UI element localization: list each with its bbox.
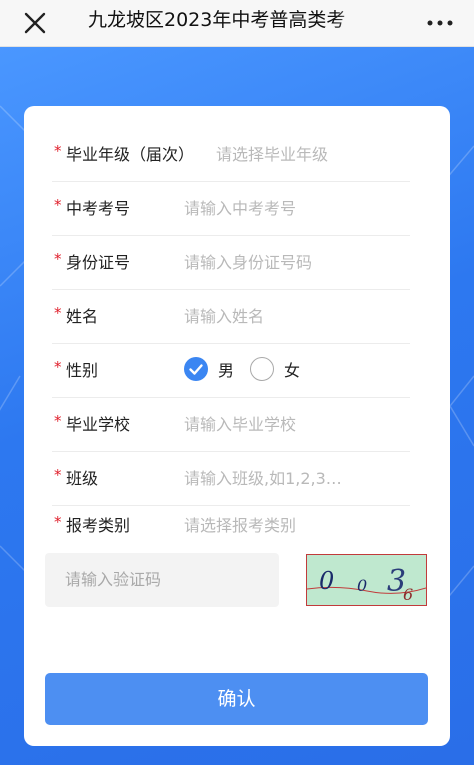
captcha-placeholder: 请输入验证码 <box>65 570 162 589</box>
confirm-button[interactable]: 确认 <box>45 673 428 725</box>
form-card: * 毕业年级（届次） 请选择毕业年级 * 中考考号 请输入中考考号 * 身份证号… <box>24 106 450 746</box>
captcha-char-1: 0 <box>319 567 334 595</box>
more-dots-icon[interactable] <box>426 16 454 30</box>
required-mark: * <box>54 358 62 376</box>
field-school[interactable]: * 毕业学校 请输入毕业学校 <box>52 398 410 452</box>
required-mark: * <box>54 196 62 214</box>
class-input[interactable]: 请输入班级,如1,2,3… <box>184 452 342 505</box>
captcha-image[interactable]: 0 0 3 6 <box>306 554 427 606</box>
field-class[interactable]: * 班级 请输入班级,如1,2,3… <box>52 452 410 506</box>
gender-female-radio[interactable] <box>250 357 274 381</box>
required-mark: * <box>54 250 62 268</box>
captcha-input[interactable]: 请输入验证码 <box>45 553 279 607</box>
required-mark: * <box>54 412 62 430</box>
exam-number-input[interactable]: 请输入中考考号 <box>184 182 296 235</box>
field-label: 毕业学校 <box>66 415 131 434</box>
field-label: 报考类别 <box>66 516 131 535</box>
field-label: 性别 <box>66 361 99 380</box>
captcha-char-4: 6 <box>403 585 413 604</box>
gender-female-label[interactable]: 女 <box>284 344 300 397</box>
school-input[interactable]: 请输入毕业学校 <box>184 398 296 451</box>
captcha-char-2: 0 <box>357 576 367 595</box>
field-label: 班级 <box>66 469 99 488</box>
field-name[interactable]: * 姓名 请输入姓名 <box>52 290 410 344</box>
required-mark: * <box>54 142 62 160</box>
gender-male-label[interactable]: 男 <box>218 344 234 397</box>
graduation-year-select[interactable]: 请选择毕业年级 <box>216 128 328 181</box>
field-id-number[interactable]: * 身份证号 请输入身份证号码 <box>52 236 410 290</box>
field-gender: * 性别 男 女 <box>52 344 410 398</box>
field-exam-category[interactable]: * 报考类别 请选择报考类别 <box>52 499 410 552</box>
field-label: 姓名 <box>66 307 99 326</box>
title-bar: 九龙坡区2023年中考普高类考 <box>0 0 474 47</box>
field-label: 中考考号 <box>66 199 131 218</box>
check-icon <box>189 364 203 375</box>
required-mark: * <box>54 304 62 322</box>
page-title: 九龙坡区2023年中考普高类考 <box>88 9 346 31</box>
field-exam-number[interactable]: * 中考考号 请输入中考考号 <box>52 182 410 236</box>
field-label: 身份证号 <box>66 253 131 272</box>
gender-male-radio[interactable] <box>184 357 208 381</box>
field-label: 毕业年级（届次） <box>66 145 195 164</box>
captcha-graphic: 0 0 3 6 <box>306 564 427 604</box>
close-icon[interactable] <box>22 10 48 36</box>
required-mark: * <box>54 466 62 484</box>
exam-category-select[interactable]: 请选择报考类别 <box>184 499 296 552</box>
name-input[interactable]: 请输入姓名 <box>184 290 264 343</box>
field-graduation-year[interactable]: * 毕业年级（届次） 请选择毕业年级 <box>52 128 410 182</box>
id-number-input[interactable]: 请输入身份证号码 <box>184 236 312 289</box>
title-fade <box>335 0 375 46</box>
required-mark: * <box>54 513 62 531</box>
